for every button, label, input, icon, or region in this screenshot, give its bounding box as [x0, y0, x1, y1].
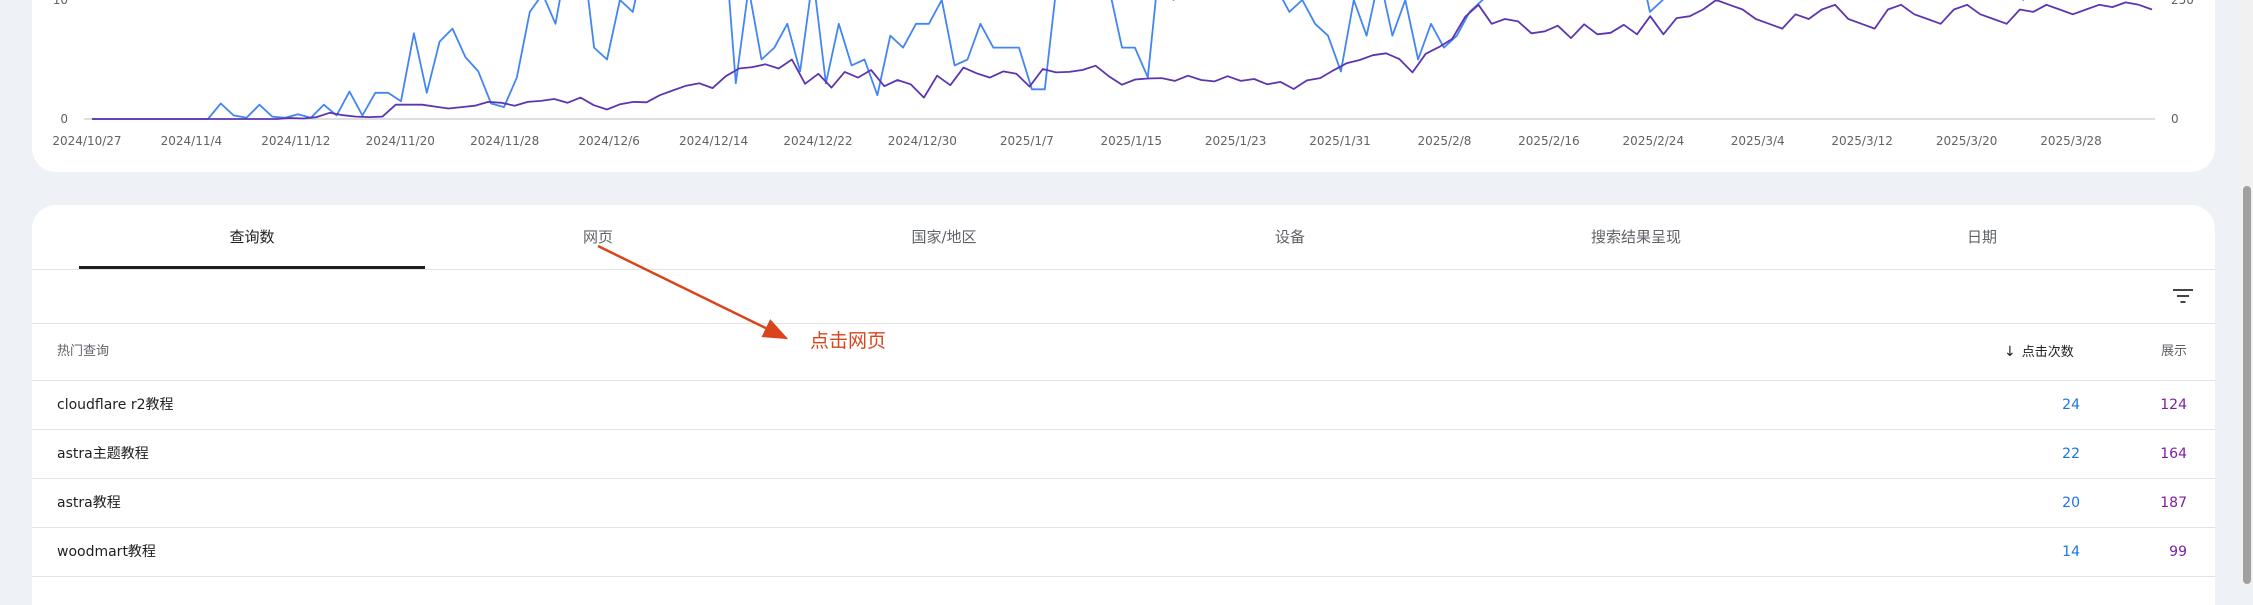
tab-queries[interactable]: 查询数 — [79, 205, 425, 269]
x-axis-tick: 2024/11/28 — [470, 134, 539, 148]
impressions-cell: 99 — [2169, 544, 2187, 560]
x-axis-tick: 2025/3/20 — [1936, 134, 1998, 148]
table-row[interactable]: cloudflare r2教程 24 124 — [32, 381, 2215, 430]
x-axis-tick: 2025/3/4 — [1731, 134, 1785, 148]
tab-countries[interactable]: 国家/地区 — [771, 205, 1117, 269]
active-tab-indicator — [79, 266, 425, 269]
impressions-cell: 124 — [2160, 397, 2187, 413]
tab-pages[interactable]: 网页 — [425, 205, 771, 269]
x-axis-tick: 2025/3/28 — [2040, 134, 2102, 148]
query-cell: astra教程 — [57, 495, 121, 511]
x-axis-tick: 2025/2/8 — [1418, 134, 1472, 148]
impressions-cell: 164 — [2160, 446, 2187, 462]
page-scrollbar[interactable] — [2241, 0, 2253, 584]
x-axis-tick: 2024/11/12 — [261, 134, 330, 148]
left-axis-tick: 0 — [60, 112, 68, 126]
clicks-cell: 24 — [2062, 397, 2080, 413]
arrow-down-icon: ↓ — [2004, 344, 2016, 360]
filter-icon[interactable] — [2173, 287, 2193, 305]
left-axis-tick: 10 — [53, 0, 68, 7]
x-axis-tick: 2024/12/22 — [783, 134, 852, 148]
x-axis-tick: 2024/11/20 — [366, 134, 435, 148]
x-axis-tick: 2025/1/7 — [1000, 134, 1054, 148]
x-axis-tick: 2025/2/16 — [1518, 134, 1580, 148]
clicks-cell: 20 — [2062, 495, 2080, 511]
table-row[interactable]: woodmart教程 14 99 — [32, 528, 2215, 577]
table-row[interactable]: astra主题教程 22 164 — [32, 430, 2215, 479]
x-axis-tick: 2025/3/12 — [1831, 134, 1893, 148]
x-axis-tick: 2025/1/15 — [1100, 134, 1162, 148]
x-axis-tick: 2024/11/4 — [161, 134, 223, 148]
performance-chart: 0 10 0 250 2024/10/27 2024/11/4 2024/11/12 2024… — [52, 0, 2194, 148]
table-toolbar — [32, 270, 2215, 324]
clicks-cell: 22 — [2062, 446, 2080, 462]
x-axis-tick: 2024/12/14 — [679, 134, 748, 148]
tab-devices[interactable]: 设备 — [1117, 205, 1463, 269]
query-cell: cloudflare r2教程 — [57, 397, 174, 413]
column-header-impressions[interactable]: 展示 — [2161, 324, 2187, 380]
column-header-clicks[interactable]: ↓ 点击次数 — [2004, 324, 2074, 381]
table-header: 热门查询 ↓ 点击次数 展示 — [32, 324, 2215, 381]
x-axis-tick: 2025/1/23 — [1205, 134, 1267, 148]
x-axis-tick: 2024/12/6 — [578, 134, 640, 148]
queries-table-card: 查询数 网页 国家/地区 设备 搜索结果呈现 日期 热门查询 ↓ 点击次数 展示 … — [32, 205, 2215, 605]
x-axis-tick: 2025/2/24 — [1623, 134, 1685, 148]
scrollbar-thumb[interactable] — [2243, 186, 2251, 584]
query-cell: woodmart教程 — [57, 544, 156, 560]
x-axis-tick: 2025/1/31 — [1309, 134, 1371, 148]
annotation-label: 点击网页 — [810, 330, 887, 352]
x-axis-tick: 2024/10/27 — [52, 134, 121, 148]
column-header-clicks-label: 点击次数 — [2021, 345, 2074, 360]
x-axis-tick: 2024/12/30 — [888, 134, 957, 148]
dimension-tabs: 查询数 网页 国家/地区 设备 搜索结果呈现 日期 — [32, 205, 2215, 270]
right-axis-tick: 0 — [2171, 112, 2179, 126]
column-header-query[interactable]: 热门查询 — [57, 324, 109, 380]
query-cell: astra主题教程 — [57, 446, 149, 462]
clicks-series-line — [92, 0, 2025, 120]
table-row[interactable]: astra教程 20 187 — [32, 479, 2215, 528]
tab-dates[interactable]: 日期 — [1809, 205, 2155, 269]
impressions-cell: 187 — [2160, 495, 2187, 511]
performance-chart-card: 0 10 0 250 2024/10/27 2024/11/4 2024/11/12 2024… — [32, 0, 2215, 172]
right-axis-tick: 250 — [2171, 0, 2194, 7]
tab-search-appearance[interactable]: 搜索结果呈现 — [1463, 205, 1809, 269]
clicks-cell: 14 — [2062, 544, 2080, 560]
